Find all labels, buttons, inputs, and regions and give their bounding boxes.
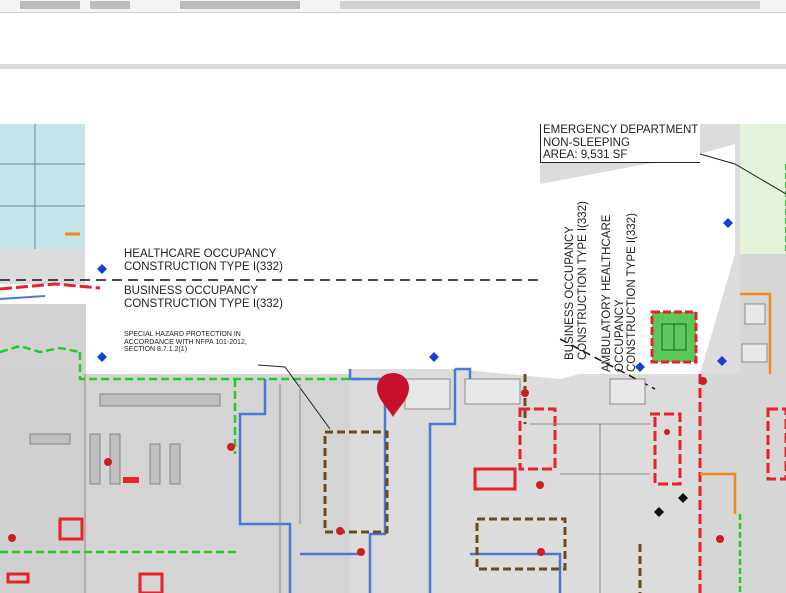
label-line: SPECIAL HAZARD PROTECTION IN (124, 331, 241, 338)
business-occupancy-label: BUSINESS OCCUPANCY CONSTRUCTION TYPE I(3… (124, 285, 283, 310)
label-line: CONSTRUCTION TYPE I(332) (124, 260, 283, 273)
label-line: HEALTHCARE OCCUPANCY (124, 248, 277, 260)
strip-mark (20, 1, 80, 9)
label-line: AREA: 9,531 SF (543, 149, 628, 162)
section-divider (0, 64, 786, 69)
strip-mark (340, 1, 760, 9)
healthcare-occupancy-label: HEALTHCARE OCCUPANCY CONSTRUCTION TYPE I… (124, 248, 283, 273)
special-hazard-label: SPECIAL HAZARD PROTECTION IN ACCORDANCE … (124, 331, 247, 354)
label-line: EMERGENCY DEPARTMENT (543, 124, 699, 136)
label-line: CONSTRUCTION TYPE I(332) (576, 201, 589, 360)
patient-rooms-block (0, 124, 85, 249)
vertical-business-label: BUSINESS OCCUPANCY CONSTRUCTION TYPE I(3… (564, 201, 589, 360)
strip-mark (180, 1, 300, 9)
label-line: CONSTRUCTION TYPE I(332) (124, 297, 283, 310)
label-line: BUSINESS OCCUPANCY (124, 285, 258, 297)
vertical-ambulatory-label: AMBULATORY HEALTHCARE OCCUPANCY CONSTRUC… (601, 213, 639, 372)
emergency-department-label: EMERGENCY DEPARTMENT NON-SLEEPING AREA: … (540, 124, 701, 163)
label-line: SECTION 8.7.1.2(1) (124, 346, 188, 354)
map-marker-icon[interactable] (376, 372, 410, 418)
label-line: CONSTRUCTION TYPE I(332) (626, 213, 639, 372)
strip-mark (90, 1, 130, 9)
label-line: BUSINESS OCCUPANCY (564, 226, 576, 360)
floor-plan[interactable]: EMERGENCY DEPARTMENT NON-SLEEPING AREA: … (0, 124, 786, 593)
label-line: AMBULATORY HEALTHCARE (601, 214, 613, 372)
label-line: NON-SLEEPING (543, 136, 630, 149)
label-line: ACCORDANCE WITH NFPA 101-2012, (124, 338, 247, 346)
floor-plan-drawing (0, 124, 786, 593)
label-line: OCCUPANCY (613, 299, 626, 372)
thumbnail-strip (0, 0, 786, 13)
